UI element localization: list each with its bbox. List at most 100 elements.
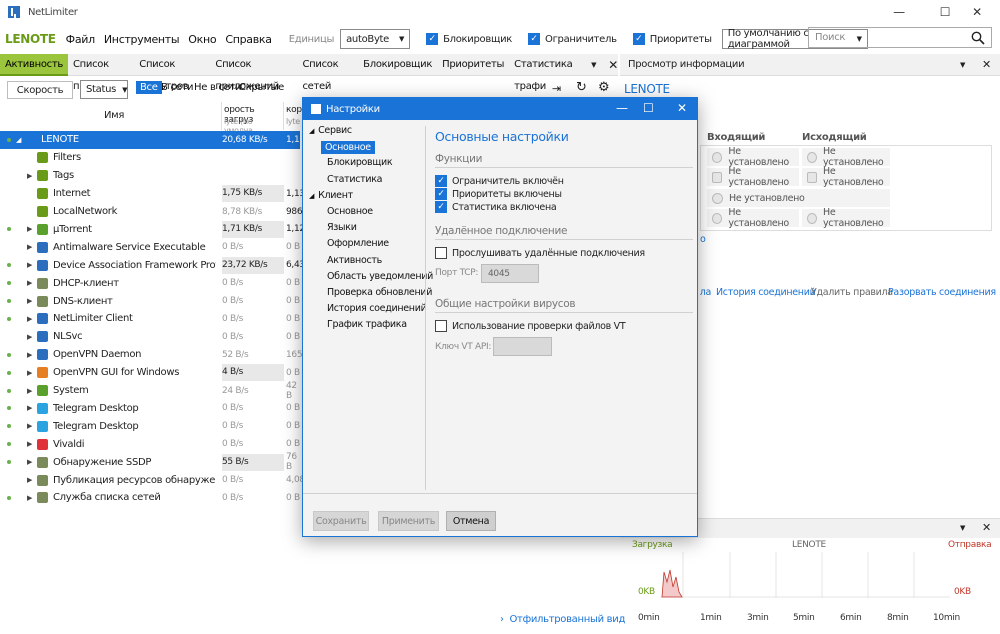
history-link[interactable]: История соединений xyxy=(716,287,816,298)
col-name-header[interactable]: Имя xyxy=(0,102,222,130)
rule-cell[interactable]: Не установлено xyxy=(707,166,799,188)
settings-gear-icon[interactable]: ⚙ xyxy=(598,80,610,95)
nav-item[interactable]: Оформление xyxy=(327,238,389,249)
units-select[interactable]: autoByte ▼ xyxy=(340,29,411,49)
menu-help[interactable]: Справка xyxy=(225,33,272,46)
tree-row[interactable]: ▶ Telegram Desktop 0 B/s 0 B xyxy=(0,417,300,435)
expand-icon[interactable]: ▶ xyxy=(27,476,32,484)
tab-overflow-icon[interactable]: ▼ xyxy=(591,61,596,69)
col-upload-header[interactable]: кор lyte xyxy=(285,102,302,130)
limiter-enabled-checkbox[interactable]: ✓ Ограничитель включён xyxy=(435,175,564,187)
dialog-maximize-button[interactable]: ☐ xyxy=(643,101,654,115)
tree-row[interactable]: ▶ Обнаружение SSDP 55 B/s 76 B xyxy=(0,452,300,472)
tab-rules[interactable]: Список правил xyxy=(68,54,134,92)
expand-icon[interactable]: ▶ xyxy=(27,297,32,305)
tree-row[interactable]: ▶ OpenVPN GUI for Windows 4 B/s 0 B xyxy=(0,364,300,382)
expand-icon[interactable]: ▶ xyxy=(27,369,32,377)
expand-icon[interactable]: ▶ xyxy=(27,458,32,466)
expand-icon[interactable]: ▶ xyxy=(27,261,32,269)
rule-cell[interactable]: Не установлено xyxy=(802,146,890,168)
tree-row[interactable]: ▶ Vivaldi 0 B/s 0 B xyxy=(0,435,300,453)
tree-row[interactable]: ▶ NetLimiter Client 0 B/s 0 B xyxy=(0,310,300,328)
tcp-port-field[interactable]: 4045 xyxy=(481,264,539,283)
save-button[interactable]: Сохранить xyxy=(313,511,369,531)
filter-offline[interactable]: Не в сети xyxy=(194,82,242,93)
rule-cell[interactable]: Не установлено xyxy=(802,207,890,229)
expand-icon[interactable]: ▶ xyxy=(27,243,32,251)
panel-close-icon[interactable]: ✕ xyxy=(982,58,991,71)
cancel-button[interactable]: Отмена xyxy=(446,511,496,531)
panel-menu-icon[interactable]: ▼ xyxy=(960,524,965,532)
collapse-icon[interactable]: ⇥ xyxy=(552,82,561,95)
toggle-priorities[interactable]: ✓ Приоритеты xyxy=(632,33,712,45)
nav-item[interactable]: Блокировщик xyxy=(327,157,393,168)
tree-row[interactable]: Internet 1,75 KB/s 1,13 xyxy=(0,185,305,203)
status-select[interactable]: Status ▼ xyxy=(80,80,128,99)
tree-row[interactable]: ▶ Telegram Desktop 0 B/s 0 B xyxy=(0,400,300,418)
tree-row[interactable]: ▶ DHCP-клиент 0 B/s 0 B xyxy=(0,274,300,292)
rule-cell[interactable]: Не установлено xyxy=(802,166,890,188)
search-input[interactable]: Поиск xyxy=(808,27,992,48)
tree-row[interactable]: ▶ Служба списка сетей 0 B/s 0 B xyxy=(0,489,300,507)
tree-row[interactable]: ◢ LENOTE 20,68 KB/s 1,13 xyxy=(0,131,305,149)
vt-api-field[interactable] xyxy=(493,337,552,356)
tree-row[interactable]: ▶ NLSvc 0 B/s 0 B xyxy=(0,328,300,346)
tree-row[interactable]: ▶ Tags xyxy=(0,167,300,185)
close-tab-icon[interactable]: ✕ xyxy=(608,58,618,72)
expand-icon[interactable]: ◢ xyxy=(16,136,21,144)
tab-networks[interactable]: Список сетей xyxy=(297,54,358,92)
filtered-view-link[interactable]: › Отфильтрованный вид xyxy=(500,614,625,625)
toggle-limiter[interactable]: ✓ Ограничитель xyxy=(528,33,617,45)
nav-item[interactable]: График трафика xyxy=(327,319,407,330)
refresh-icon[interactable]: ↻ xyxy=(576,80,587,95)
menu-window[interactable]: Окно xyxy=(188,33,216,46)
nav-item[interactable]: Основное xyxy=(327,206,373,217)
expand-icon[interactable]: ▶ xyxy=(27,387,32,395)
tab-activity[interactable]: Активность xyxy=(0,53,68,76)
dialog-minimize-button[interactable]: — xyxy=(616,101,628,115)
delete-rules-link[interactable]: Удалить правила xyxy=(811,287,893,298)
tab-priorities[interactable]: Приоритеты xyxy=(437,54,509,76)
toggle-blocker[interactable]: ✓ Блокировщик xyxy=(426,33,512,45)
expand-icon[interactable]: ▶ xyxy=(27,315,32,323)
tree-row[interactable]: ▶ Antimalware Service Executable 0 B/s 0 B xyxy=(0,238,300,256)
panel-menu-icon[interactable]: ▼ xyxy=(960,61,965,69)
expand-icon[interactable]: ▶ xyxy=(27,225,32,233)
menu-tools[interactable]: Инструменты xyxy=(104,33,180,46)
disconnect-link[interactable]: Разорвать соединения xyxy=(888,287,996,298)
tree-row[interactable]: Filters xyxy=(0,149,300,167)
filter-online[interactable]: В сети xyxy=(161,82,194,93)
expand-icon[interactable]: ▶ xyxy=(27,279,32,287)
apply-button[interactable]: Применить xyxy=(378,511,439,531)
tab-stats[interactable]: Статистика трафи xyxy=(509,54,589,92)
close-button[interactable]: ✕ xyxy=(954,0,1000,24)
expand-icon[interactable]: ▶ xyxy=(27,494,32,502)
stats-enabled-checkbox[interactable]: ✓ Статистика включена xyxy=(435,201,557,213)
col-download-header[interactable]: орость загрузlyte (по умолча xyxy=(222,102,284,135)
nav-group[interactable]: ◢ Сервис xyxy=(309,125,352,136)
expand-icon[interactable]: ▶ xyxy=(27,172,32,180)
nav-item[interactable]: Основное xyxy=(321,141,375,155)
vt-check-checkbox[interactable]: Использование проверки файлов VT xyxy=(435,320,626,332)
rule-cell[interactable]: Не установлено xyxy=(707,207,799,229)
expand-icon[interactable]: ▶ xyxy=(27,351,32,359)
nav-item[interactable]: Статистика xyxy=(327,174,383,185)
remote-listen-checkbox[interactable]: Прослушивать удалённые подключения xyxy=(435,247,645,259)
tab-filters[interactable]: Список фильтров xyxy=(134,54,210,92)
priorities-enabled-checkbox[interactable]: ✓ Приоритеты включены xyxy=(435,188,562,200)
tree-row[interactable]: ▶ OpenVPN Daemon 52 B/s 165 xyxy=(0,346,303,364)
nav-group[interactable]: ◢ Клиент xyxy=(309,190,353,201)
expand-icon[interactable]: ▶ xyxy=(27,333,32,341)
rule-cell[interactable]: Не установлено xyxy=(707,189,890,207)
add-rule-link[interactable]: o xyxy=(700,234,708,245)
filter-all[interactable]: Все xyxy=(136,81,162,94)
rule-cell[interactable]: Не установлено xyxy=(707,146,799,168)
expand-icon[interactable]: ▶ xyxy=(27,440,32,448)
tree-row[interactable]: ▶ Device Association Framework Provider H… xyxy=(0,256,305,274)
nav-item[interactable]: Активность xyxy=(327,255,382,266)
nav-item[interactable]: История соединений xyxy=(327,303,427,314)
speed-button[interactable]: Скорость xyxy=(7,81,73,99)
expand-icon[interactable]: ▶ xyxy=(27,404,32,412)
filter-hidden[interactable]: Скрытые xyxy=(239,82,284,93)
panel-close-icon[interactable]: ✕ xyxy=(982,521,991,534)
